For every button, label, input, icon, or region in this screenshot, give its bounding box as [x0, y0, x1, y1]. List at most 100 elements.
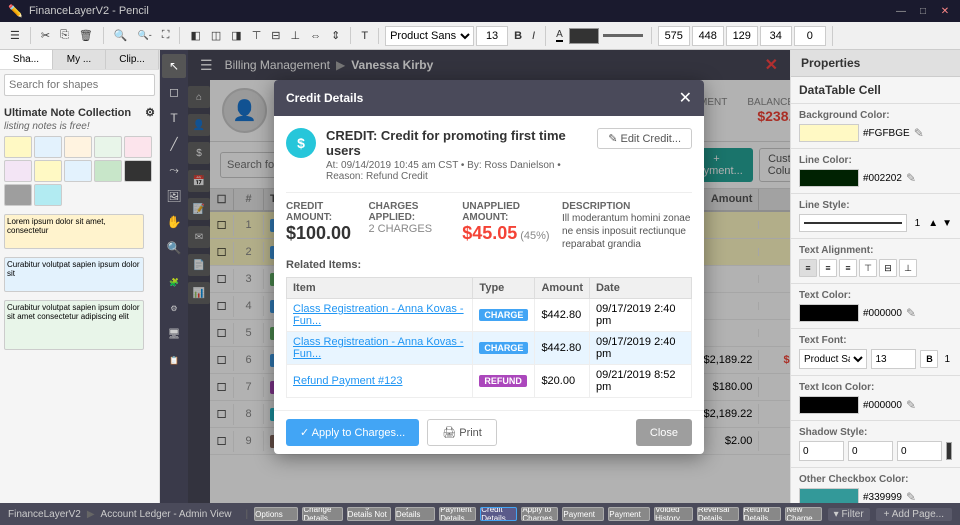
- sidebar-entity-icon[interactable]: 📋: [162, 348, 186, 372]
- shadow-blur-input[interactable]: [897, 441, 942, 461]
- page-thumb-2[interactable]: Charge Details Not applied: [347, 507, 391, 521]
- align-bottom-btn[interactable]: ⊥: [899, 259, 917, 277]
- text-color-btn[interactable]: A: [552, 27, 567, 44]
- align-top-btn[interactable]: ⊤: [248, 27, 266, 44]
- related-item-link[interactable]: Class Registreation - Anna Kovas - Fun..…: [293, 303, 464, 327]
- page-thumb-7[interactable]: Refund Payment Full: [562, 507, 604, 521]
- page-thumb-1[interactable]: Change Details: [302, 507, 342, 521]
- shape-item[interactable]: [124, 160, 152, 182]
- related-item-link[interactable]: Refund Payment #123: [293, 375, 402, 387]
- page-thumb-8[interactable]: Refund Payment Popup: [608, 507, 650, 521]
- shape-item[interactable]: [4, 160, 32, 182]
- sidebar-text-icon[interactable]: T: [162, 106, 186, 130]
- align-middle-btn[interactable]: ⊟: [879, 259, 897, 277]
- align-left-btn[interactable]: ◧: [186, 27, 204, 44]
- shadow-color-swatch[interactable]: [946, 442, 952, 460]
- shape-item[interactable]: [124, 136, 152, 158]
- sidebar-image-icon[interactable]: 🖼: [162, 184, 186, 208]
- shape-item[interactable]: [64, 160, 92, 182]
- filter-button[interactable]: ▾ Filter: [828, 508, 870, 521]
- align-center-btn[interactable]: ≡: [819, 259, 837, 277]
- text-bold-btn[interactable]: B: [920, 350, 938, 368]
- tab-my[interactable]: My ...: [53, 50, 106, 69]
- sidebar-zoom-icon[interactable]: 🔍: [162, 236, 186, 260]
- tab-shapes[interactable]: Sha...: [0, 50, 53, 69]
- zoom-in-btn[interactable]: 🔍: [110, 27, 132, 44]
- align-right-btn[interactable]: ≡: [839, 259, 857, 277]
- menu-btn[interactable]: ☰: [6, 27, 24, 44]
- distribute-h-btn[interactable]: ⇔: [306, 28, 325, 44]
- font-size-input[interactable]: [476, 26, 508, 46]
- edit-credit-button[interactable]: ✎ Edit Credit...: [597, 128, 692, 149]
- page-thumb-5[interactable]: Credit Details: [480, 507, 517, 521]
- align-top-btn[interactable]: ⊤: [859, 259, 877, 277]
- shape-item[interactable]: [94, 160, 122, 182]
- italic-btn[interactable]: I: [528, 28, 539, 44]
- align-bottom-btn[interactable]: ⊥: [287, 27, 305, 44]
- shape-note-item[interactable]: Curabitur volutpat sapien ipsum dolor si…: [4, 257, 144, 292]
- sidebar-pointer-icon[interactable]: ↖: [162, 54, 186, 78]
- fit-btn[interactable]: ⛶: [158, 27, 174, 44]
- align-left-btn[interactable]: ≡: [799, 259, 817, 277]
- page-thumb-3[interactable]: Payment Details Old: [395, 507, 435, 521]
- page-thumb-4[interactable]: Payment Details: [439, 507, 476, 521]
- text-btn[interactable]: T: [357, 28, 372, 44]
- related-item-link[interactable]: Class Registreation - Anna Kovas - Fun..…: [293, 336, 464, 360]
- x-input[interactable]: [726, 26, 758, 46]
- sidebar-shapes-icon[interactable]: ◻: [162, 80, 186, 104]
- collection-settings-icon[interactable]: ⚙: [145, 106, 155, 119]
- height-input[interactable]: [692, 26, 724, 46]
- shape-item[interactable]: [4, 136, 32, 158]
- page-thumb-9[interactable]: Voided History: [654, 507, 693, 521]
- shape-item[interactable]: [34, 136, 62, 158]
- text-font-size-input[interactable]: [871, 349, 916, 369]
- delete-btn[interactable]: 🗑: [75, 27, 97, 44]
- text-color-edit-icon[interactable]: ✎: [906, 306, 916, 320]
- z-input[interactable]: [794, 26, 826, 46]
- shadow-x-input[interactable]: [799, 441, 844, 461]
- sidebar-widget-icon[interactable]: ⚙: [162, 296, 186, 320]
- sidebar-connector-icon[interactable]: ⤳: [162, 158, 186, 182]
- minimize-btn[interactable]: —: [894, 4, 908, 18]
- shape-item[interactable]: [4, 184, 32, 206]
- line-color-swatch[interactable]: [799, 169, 859, 187]
- line-style-down-icon[interactable]: ▼: [942, 218, 952, 229]
- line-color-swatch[interactable]: [569, 28, 599, 44]
- distribute-v-btn[interactable]: ⇕: [327, 27, 344, 44]
- text-icon-color-swatch[interactable]: [799, 396, 859, 414]
- shape-item[interactable]: [94, 136, 122, 158]
- maximize-btn[interactable]: □: [916, 4, 930, 18]
- line-style-up-icon[interactable]: ▲: [928, 218, 938, 229]
- sidebar-pan-icon[interactable]: ✋: [162, 210, 186, 234]
- sidebar-desktop-icon[interactable]: 🖥: [162, 322, 186, 346]
- other-cb-edit-icon[interactable]: ✎: [906, 490, 916, 503]
- sidebar-line-icon[interactable]: ╱: [162, 132, 186, 156]
- add-page-button[interactable]: + Add Page...: [876, 508, 952, 521]
- line-style-preview[interactable]: [799, 214, 907, 232]
- page-thumb-12[interactable]: New Charge: [785, 507, 821, 521]
- align-right-btn[interactable]: ◨: [227, 27, 245, 44]
- modal-close-icon[interactable]: ✕: [679, 88, 692, 108]
- print-button[interactable]: 🖨 Print: [427, 419, 497, 446]
- width-input[interactable]: [658, 26, 690, 46]
- shape-note-item[interactable]: Curabitur volutpat sapien ipsum dolor si…: [4, 300, 144, 350]
- other-cb-color-swatch[interactable]: [799, 488, 859, 503]
- text-icon-edit-icon[interactable]: ✎: [906, 398, 916, 412]
- text-color-swatch[interactable]: [799, 304, 859, 322]
- apply-to-charges-button[interactable]: ✓ Apply to Charges...: [286, 419, 419, 446]
- tab-clip[interactable]: Clip...: [106, 50, 159, 69]
- sidebar-component-icon[interactable]: 🧩: [162, 270, 186, 294]
- shape-item[interactable]: [34, 184, 62, 206]
- shape-item[interactable]: [64, 136, 92, 158]
- line-color-edit-icon[interactable]: ✎: [906, 171, 916, 185]
- page-thumb-6[interactable]: Apply to Charges: [521, 507, 558, 521]
- y-input[interactable]: [760, 26, 792, 46]
- bg-color-edit-icon[interactable]: ✎: [914, 126, 924, 140]
- page-thumb-10[interactable]: Reversal Details: [697, 507, 739, 521]
- cut-btn[interactable]: ✂: [37, 27, 54, 44]
- font-select[interactable]: Product Sans: [385, 26, 474, 46]
- zoom-out-btn[interactable]: 🔍-: [134, 28, 156, 43]
- align-center-btn[interactable]: ◫: [207, 27, 225, 44]
- align-middle-btn[interactable]: ⊟: [267, 27, 284, 44]
- close-btn[interactable]: ✕: [938, 4, 952, 18]
